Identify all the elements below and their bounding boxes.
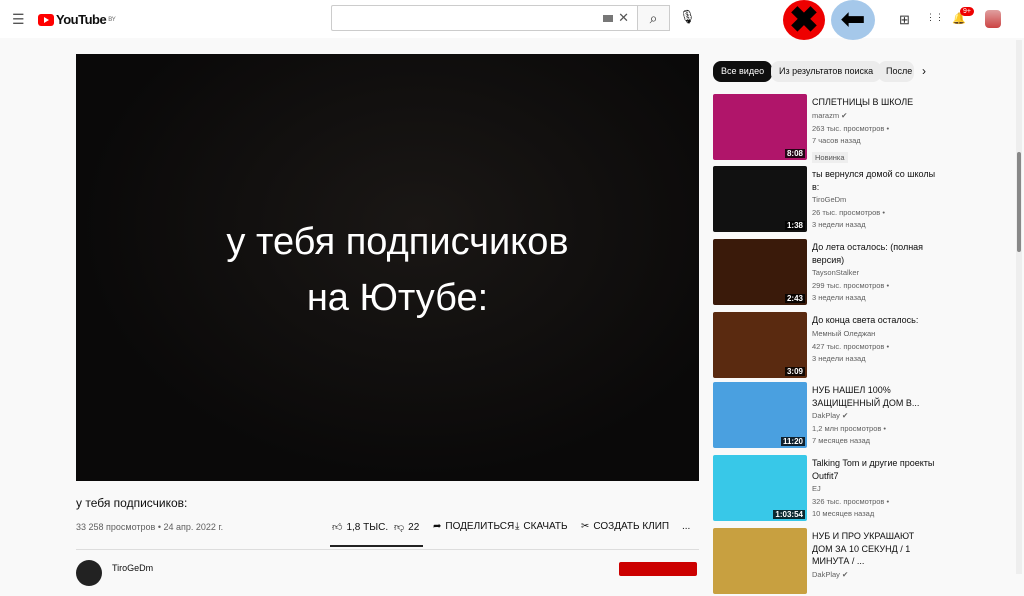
new-badge: Новинка	[812, 151, 848, 163]
divider	[76, 549, 699, 550]
like-ratio-bar	[330, 545, 423, 547]
video-meta: 33 258 просмотров • 24 апр. 2022 г.	[76, 522, 224, 532]
search-input[interactable]: ✕	[331, 5, 637, 31]
close-overlay-button[interactable]: ✖	[783, 0, 825, 40]
more-button[interactable]: ...	[682, 521, 690, 532]
clip-label: СОЗДАТЬ КЛИП	[593, 521, 670, 532]
related-video-item[interactable]: 1:38 ты вернулся домой со школы в: TiroG…	[713, 166, 1013, 234]
related-video-views: 263 тыс. просмотров •	[812, 123, 890, 133]
related-video-title[interactable]: ты вернулся домой со школы в:	[812, 168, 937, 193]
mic-icon[interactable]: 🎙	[679, 9, 696, 25]
notification-badge: 9+	[960, 7, 974, 16]
related-video-views: 26 тыс. просмотров •	[812, 208, 885, 217]
duration-badge: 1:38	[784, 221, 805, 230]
related-video-views: 326 тыс. просмотров •	[812, 497, 890, 506]
related-video-channel[interactable]: TaysonStalker	[812, 266, 937, 280]
avatar[interactable]	[985, 10, 1001, 28]
thumb-up-icon: 👍︎	[332, 522, 343, 533]
related-video-age: 7 месяцев назад	[812, 436, 871, 445]
duration-badge: 11:20	[780, 437, 805, 446]
share-label: ПОДЕЛИТЬСЯ	[445, 521, 515, 532]
chip-recent[interactable]: После	[878, 61, 914, 82]
play-logo-icon	[38, 13, 54, 26]
like-button[interactable]: 👍︎ 1,8 ТЫС.	[332, 521, 389, 534]
channel-name[interactable]: TiroGeDm	[112, 563, 153, 573]
related-video-channel[interactable]: Мемный Оледжан	[812, 327, 937, 341]
related-video-item[interactable]: 3:09 До конца света осталось: Мемный Оле…	[713, 312, 1013, 380]
duration-badge: 2:43	[784, 294, 805, 303]
related-video-channel[interactable]: EJ	[812, 482, 937, 496]
video-thumbnail[interactable]: 11:20	[713, 382, 807, 448]
video-title: у тебя подписчиков:	[76, 496, 188, 510]
video-thumbnail[interactable]: 1:03:54	[713, 455, 807, 521]
keyboard-icon[interactable]	[603, 15, 613, 22]
related-video-item[interactable]: 8:08 СПЛЕТНИЦЫ В ШКОЛЕ marazm ✔ 263 тыс.…	[713, 94, 1013, 163]
chip-all[interactable]: Все видео	[713, 61, 773, 82]
related-video-title[interactable]: Talking Tom и другие проекты Outfit7	[812, 457, 937, 482]
dislike-button[interactable]: 👎︎ 22	[394, 521, 420, 534]
download-button[interactable]: ⤓ СКАЧАТЬ	[515, 521, 568, 532]
duration-badge: 3:09	[784, 367, 805, 376]
related-video-views: 1,2 млн просмотров •	[812, 424, 887, 433]
like-count: 1,8 ТЫС.	[346, 521, 389, 533]
related-video-title[interactable]: НУБ НАШЕЛ 100% ЗАЩИЩЕННЫЙ ДОМ В...	[812, 384, 937, 409]
related-video-age: 3 недели назад	[812, 353, 866, 363]
video-thumbnail[interactable]: 1:38	[713, 166, 807, 232]
logo-text: YouTube	[56, 12, 107, 27]
related-video-views: 427 тыс. просмотров •	[812, 341, 890, 351]
related-video-title[interactable]: До конца света осталось:	[812, 314, 937, 327]
video-thumbnail[interactable]: 2:43	[713, 239, 807, 305]
apps-icon[interactable]: ⋮⋮	[926, 12, 944, 23]
create-icon[interactable]: ⊞	[899, 12, 910, 28]
clear-search-icon[interactable]: ✕	[618, 10, 629, 26]
video-thumbnail[interactable]: 3:09	[713, 312, 807, 378]
dislike-count: 22	[408, 521, 420, 533]
channel-avatar[interactable]	[76, 560, 102, 586]
related-video-age: 3 недели назад	[812, 220, 866, 229]
download-icon: ⤓	[515, 521, 520, 532]
related-video-channel[interactable]: TiroGeDm	[812, 193, 937, 207]
video-thumbnail[interactable]	[713, 528, 807, 594]
related-video-age: 10 месяцев назад	[812, 509, 875, 518]
back-overlay-button[interactable]: ⬅	[831, 0, 875, 40]
scrollbar[interactable]	[1016, 40, 1022, 574]
search-button[interactable]: ⌕	[637, 5, 670, 31]
download-label: СКАЧАТЬ	[523, 521, 568, 532]
video-thumbnail[interactable]: 8:08	[713, 94, 807, 160]
related-video-item[interactable]: 2:43 До лета осталось: (полная версия) T…	[713, 239, 1013, 307]
related-video-channel[interactable]: DakPlay ✔	[812, 409, 937, 423]
region-label: BY	[108, 16, 116, 23]
duration-badge: 8:08	[784, 149, 805, 158]
youtube-logo[interactable]: YouTube BY	[38, 12, 116, 27]
thumb-down-icon: 👎︎	[394, 522, 405, 533]
related-video-views: 299 тыс. просмотров •	[812, 281, 890, 290]
menu-icon[interactable]: ☰	[12, 11, 25, 28]
related-video-title[interactable]: СПЛЕТНИЦЫ В ШКОЛЕ	[812, 96, 937, 109]
related-video-item[interactable]: НУБ И ПРО УКРАШАЮТ ДОМ ЗА 10 СЕКУНД / 1 …	[713, 528, 1013, 596]
related-video-item[interactable]: 1:03:54 Talking Tom и другие проекты Out…	[713, 455, 1013, 523]
related-video-item[interactable]: 11:20 НУБ НАШЕЛ 100% ЗАЩИЩЕННЫЙ ДОМ В...…	[713, 382, 1013, 450]
related-video-title[interactable]: НУБ И ПРО УКРАШАЮТ ДОМ ЗА 10 СЕКУНД / 1 …	[812, 530, 937, 568]
related-video-age: 7 часов назад	[812, 135, 861, 145]
related-video-age: 3 недели назад	[812, 293, 866, 302]
duration-badge: 1:03:54	[773, 510, 805, 519]
chevron-right-icon[interactable]: ›	[922, 64, 926, 78]
scissors-icon: ✂	[581, 521, 590, 532]
chip-from-search[interactable]: Из результатов поиска	[771, 61, 882, 82]
clip-button[interactable]: ✂ СОЗДАТЬ КЛИП	[581, 521, 669, 532]
related-video-channel[interactable]: DakPlay ✔	[812, 568, 937, 582]
video-player[interactable]: у тебя подписчиков на Ютубе:	[76, 54, 699, 481]
share-icon: ➦	[433, 521, 442, 532]
related-video-title[interactable]: До лета осталось: (полная версия)	[812, 241, 937, 266]
video-overlay-text: у тебя подписчиков на Ютубе:	[226, 221, 569, 319]
share-button[interactable]: ➦ ПОДЕЛИТЬСЯ	[433, 521, 514, 532]
related-video-channel[interactable]: marazm ✔	[812, 109, 937, 123]
